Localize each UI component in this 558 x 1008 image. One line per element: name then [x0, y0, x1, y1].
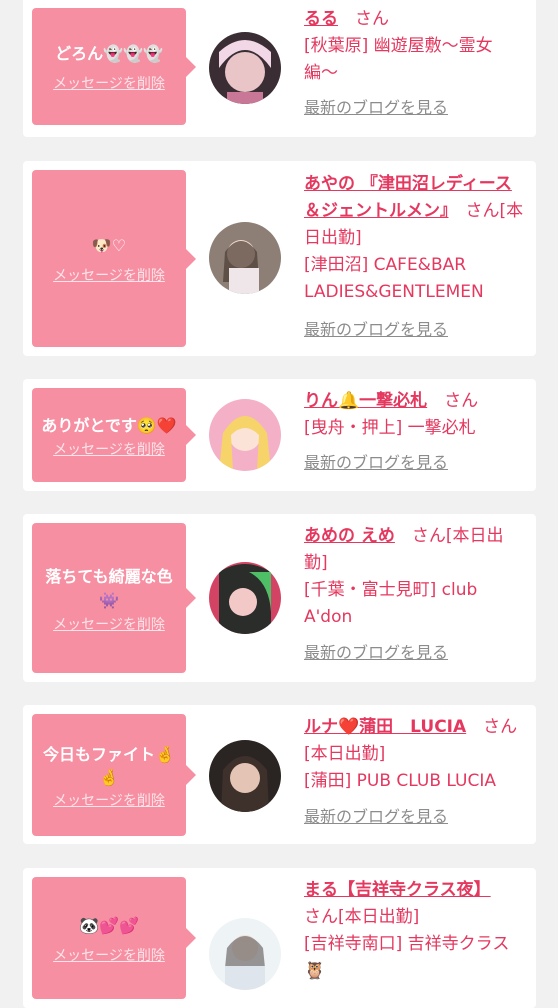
message-text: 🐶♡: [91, 236, 127, 255]
avatar[interactable]: [209, 918, 281, 990]
message-bubble: 🐶♡ メッセージを削除: [32, 170, 196, 347]
latest-blog-link[interactable]: 最新のブログを見る: [304, 639, 448, 666]
shop-name: [蒲田] PUB CLUB LUCIA: [304, 771, 497, 791]
message-text: ありがとです🥺❤️: [35, 412, 182, 439]
cast-name-part: 蒲田 LUCIA: [359, 717, 467, 737]
bell-icon: 🔔: [338, 391, 360, 411]
message-card: どろん👻👻👻 メッセージを削除 るる さん [秋葉原] 幽遊屋敷〜霊女編〜 最新…: [23, 0, 536, 137]
message-card: 🐼💕💕 メッセージを削除 まる【吉祥寺クラス夜】 さん[本日出勤] [吉祥寺南口…: [23, 868, 536, 1008]
cast-name-part: 一撃必札: [359, 391, 428, 411]
delete-message-link[interactable]: メッセージを削除: [53, 947, 165, 965]
latest-blog-link[interactable]: 最新のブログを見る: [304, 449, 448, 476]
message-bubble: どろん👻👻👻 メッセージを削除: [32, 8, 196, 125]
message-text: 落ちても綺麗な色: [45, 566, 173, 586]
message-card: 今日もファイト🤞 🤞 メッセージを削除 ルナ❤️蒲田 LUCIA さん[本日出勤…: [23, 705, 536, 844]
message-text-body: 今日もファイト: [43, 744, 156, 764]
message-bubble: 落ちても綺麗な色 👾 メッセージを削除: [32, 523, 196, 673]
message-text: 🐼💕💕: [79, 915, 139, 935]
alien-monster-icon: 👾: [99, 590, 119, 610]
message-emoji: 🥺❤️: [136, 415, 177, 435]
avatar[interactable]: [209, 562, 281, 634]
cast-name-part: りん: [304, 391, 338, 411]
cast-name-part: ルナ: [304, 717, 338, 737]
cast-name-link[interactable]: るる: [304, 9, 338, 29]
delete-message-link[interactable]: メッセージを削除: [53, 792, 165, 810]
shop-name: [曳舟・押上] 一撃必札: [304, 418, 476, 438]
latest-blog-link[interactable]: 最新のブログを見る: [304, 94, 448, 121]
latest-blog-link[interactable]: 最新のブログを見る: [304, 803, 448, 830]
shop-name: [津田沼] CAFE&BAR LADIES&GENTLEMEN: [304, 255, 484, 302]
cast-name-link[interactable]: まる【吉祥寺クラス夜】: [304, 880, 491, 900]
heart-icon: ❤️: [338, 717, 360, 737]
message-bubble: 今日もファイト🤞 🤞 メッセージを削除: [32, 714, 196, 836]
honorific: さん: [355, 9, 389, 29]
honorific: さん: [444, 391, 479, 411]
shop-name: [千葉・富士見町] club A'don: [304, 580, 478, 627]
avatar[interactable]: [209, 740, 281, 812]
message-text: 今日もファイト🤞: [37, 741, 181, 768]
shop-name: [秋葉原] 幽遊屋敷〜霊女編〜: [304, 36, 493, 83]
cast-info: まる【吉祥寺クラス夜】 さん[本日出勤] [吉祥寺南口] 吉祥寺クラス🦉: [304, 877, 524, 985]
cast-name-link[interactable]: ルナ❤️蒲田 LUCIA: [304, 717, 466, 737]
cast-info: あやの 『津田沼レディース＆ジェントルメン』 さん[本日出勤] [津田沼] CA…: [304, 171, 524, 344]
avatar[interactable]: [209, 222, 281, 294]
message-text-body: ありがとです: [41, 415, 137, 435]
cast-info: あめの えめ さん[本日出勤] [千葉・富士見町] club A'don 最新の…: [304, 523, 524, 667]
avatar[interactable]: [209, 32, 281, 104]
crossed-fingers-icon: 🤞: [99, 767, 119, 787]
honorific: さん[本日出勤]: [304, 907, 420, 927]
delete-message-link[interactable]: メッセージを削除: [53, 616, 165, 634]
delete-message-link[interactable]: メッセージを削除: [53, 75, 165, 93]
latest-blog-link[interactable]: 最新のブログを見る: [304, 316, 448, 343]
avatar[interactable]: [209, 399, 281, 471]
message-bubble: ありがとです🥺❤️ メッセージを削除: [32, 388, 196, 482]
crossed-fingers-icon: 🤞: [155, 744, 175, 764]
delete-message-link[interactable]: メッセージを削除: [53, 441, 165, 459]
delete-message-link[interactable]: メッセージを削除: [53, 267, 165, 285]
message-text: どろん👻👻👻: [55, 44, 163, 63]
message-card: 落ちても綺麗な色 👾 メッセージを削除 あめの えめ さん[本日出勤] [千葉・…: [23, 514, 536, 682]
cast-name-link[interactable]: りん🔔一撃必札: [304, 391, 427, 411]
message-card: ありがとです🥺❤️ メッセージを削除 りん🔔一撃必札 さん [曳舟・押上] 一撃…: [23, 379, 536, 491]
message-card: 🐶♡ メッセージを削除 あやの 『津田沼レディース＆ジェントルメン』 さん[本日…: [23, 161, 536, 356]
message-bubble: 🐼💕💕 メッセージを削除: [32, 877, 196, 999]
cast-info: ルナ❤️蒲田 LUCIA さん[本日出勤] [蒲田] PUB CLUB LUCI…: [304, 714, 524, 831]
cast-name-link[interactable]: あめの えめ: [304, 526, 395, 546]
shop-name: [吉祥寺南口] 吉祥寺クラス🦉: [304, 934, 510, 981]
cast-info: りん🔔一撃必札 さん [曳舟・押上] 一撃必札 最新のブログを見る: [304, 388, 524, 477]
cast-info: るる さん [秋葉原] 幽遊屋敷〜霊女編〜 最新のブログを見る: [304, 6, 524, 122]
